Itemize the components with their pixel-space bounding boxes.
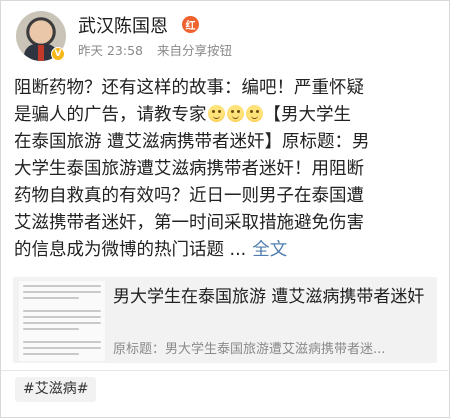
post-line: 是骗人的广告，请教专家 【男大学生	[14, 102, 438, 129]
article-thumbnail	[19, 281, 105, 361]
post-line: 大学生泰国旅游遭艾滋病携带者迷奸！用阻断	[14, 159, 364, 179]
dizzy-face-icon	[207, 105, 225, 122]
post-meta: 昨天 23:58 来自分享按钮	[78, 40, 232, 59]
post-line: 艾滋携带者迷奸，第一时间采取措施避免伤害	[14, 213, 364, 233]
post-line: 的信息成为微博的热门话题 ... 全文	[14, 237, 438, 264]
post-line-text: 【男大学生	[263, 105, 352, 125]
post-text: 阻断药物？还有这样的故事：编吧！严重怀疑 是骗人的广告，请教专家 【男大学生 在泰…	[14, 75, 438, 264]
post-source[interactable]: 来自分享按钮	[157, 43, 232, 58]
weibo-post: V 武汉陈国恩 红 昨天 23:58 来自分享按钮 阻断药物？还有这样的故事：编…	[0, 0, 450, 418]
full-text-link[interactable]: 全文	[252, 240, 287, 260]
member-badge-icon: 红	[182, 16, 199, 33]
post-time: 昨天 23:58	[78, 43, 143, 58]
smile-face-icon	[245, 105, 263, 122]
confused-face-icon	[226, 105, 244, 122]
author-name[interactable]: 武汉陈国恩	[78, 12, 168, 38]
post-line: 在泰国旅游 遭艾滋病携带者迷奸】原标题：男	[14, 132, 370, 152]
post-line: 阻断药物？还有这样的故事：编吧！严重怀疑	[14, 78, 364, 98]
post-line-text: 的信息成为微博的热门话题 ...	[14, 240, 247, 260]
post-line-text: 是骗人的广告，请教专家	[14, 105, 207, 125]
topic-tag[interactable]: #艾滋病#	[15, 377, 97, 402]
article-card[interactable]: 男大学生在泰国旅游 遭艾滋病携带者迷奸 原标题：男大学生泰国旅游遭艾滋病携带者迷…	[13, 277, 437, 363]
article-title: 男大学生在泰国旅游 遭艾滋病携带者迷奸	[113, 287, 425, 307]
avatar-tie	[38, 45, 44, 61]
verified-badge-icon: V	[51, 47, 65, 61]
article-subtitle: 原标题：男大学生泰国旅游遭艾滋病携带者迷...	[113, 342, 386, 357]
divider	[1, 370, 450, 371]
post-line: 药物自救真的有效吗？近日一则男子在泰国遭	[14, 186, 364, 206]
